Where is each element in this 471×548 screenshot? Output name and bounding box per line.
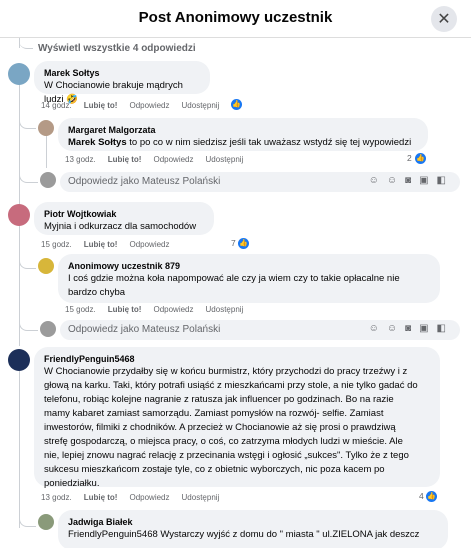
- like-button[interactable]: Lubię to!: [84, 101, 118, 110]
- camera-icon[interactable]: ◙: [405, 323, 419, 334]
- like-count: 2: [407, 153, 412, 163]
- comment-author[interactable]: Anonimowy uczestnik 879: [68, 260, 430, 272]
- comment-bubble: Margaret Malgorzata Marek Sołtys to po c…: [58, 118, 428, 151]
- comment-text-body: to po co w nim siedzisz jeśli tak uważas…: [126, 137, 412, 148]
- reply-placeholder: Odpowiedz jako Mateusz Polański: [68, 324, 221, 335]
- sticker-icon[interactable]: ◧: [437, 323, 454, 334]
- comment-text-line: bardzo chyba: [68, 287, 126, 298]
- comment-author[interactable]: Piotr Wojtkowiak: [44, 208, 204, 220]
- reply-button[interactable]: Odpowiedz: [153, 155, 193, 164]
- like-count: 4: [419, 491, 424, 501]
- thread-line: [19, 506, 36, 527]
- comment-author[interactable]: Marek Sołtys: [44, 67, 200, 79]
- post-modal: Post Anonimowy uczestnik ✕ Wyświetl wszy…: [0, 0, 471, 548]
- like-button[interactable]: Lubię to!: [108, 305, 142, 314]
- sticker-icon[interactable]: ◧: [437, 175, 454, 186]
- like-button[interactable]: Lubię to!: [108, 155, 142, 164]
- comment-text-line: nie, lepiej znowu nagrać relację z przec…: [44, 450, 409, 461]
- comment-meta: 15 godz. Lubię to! Odpowiedz: [41, 240, 182, 249]
- share-button[interactable]: Udostępnij: [182, 101, 220, 110]
- view-all-replies-link[interactable]: Wyświetl wszystkie 4 odpowiedzi: [38, 43, 196, 54]
- comment-time[interactable]: 15 godz.: [65, 305, 96, 314]
- avatar: [40, 321, 56, 337]
- composer-icons: ☺☺◙▣◧: [369, 175, 454, 186]
- avatar[interactable]: [8, 63, 30, 85]
- comment-meta: 13 godz. Lubię to! Odpowiedz Udostępnij: [65, 155, 255, 164]
- comment-text: Myjnia i odkurzacz dla samochodów: [44, 221, 197, 232]
- comment-meta: 15 godz. Lubię to! Odpowiedz Udostępnij: [65, 305, 255, 314]
- comment-time[interactable]: 13 godz.: [41, 493, 72, 502]
- modal-header: Post Anonimowy uczestnik ✕: [0, 0, 471, 38]
- reply-input[interactable]: Odpowiedz jako Mateusz Polański ☺☺◙▣◧: [60, 320, 460, 340]
- comment-text: FriendlyPenguin5468 Wystarczy wyjść z do…: [68, 529, 420, 540]
- like-count: 7: [231, 238, 236, 248]
- like-reaction-icon[interactable]: 👍: [231, 99, 242, 110]
- comment-meta: 13 godz. Lubię to! Odpowiedz Udostępnij: [41, 493, 231, 502]
- emoji-icon[interactable]: ☺: [387, 323, 405, 334]
- share-button[interactable]: Udostępnij: [206, 305, 244, 314]
- like-button[interactable]: Lubię to!: [84, 493, 118, 502]
- like-reaction-icon[interactable]: 👍: [426, 491, 437, 502]
- modal-title: Post Anonimowy uczestnik: [138, 9, 333, 26]
- thread-line: [19, 368, 20, 528]
- emoji-icon[interactable]: ☺: [387, 175, 405, 186]
- comment-text-line: strefę gospodarczą, o miejsca pracy, o c…: [44, 436, 403, 447]
- camera-icon[interactable]: ◙: [405, 175, 419, 186]
- comment-text-line: sukcesu mieszkańcom zostaje tyle, co z o…: [44, 464, 385, 475]
- share-button[interactable]: Udostępnij: [206, 155, 244, 164]
- avatar[interactable]: [8, 349, 30, 371]
- like-reaction-icon[interactable]: 👍: [415, 153, 426, 164]
- thread-line: [19, 108, 36, 129]
- comment-text: Marek Sołtys to po co w nim siedzisz jeś…: [68, 136, 418, 150]
- comment-text-line: inwestorów, filmiki z chodników. A przec…: [44, 422, 396, 433]
- gif-icon[interactable]: ▣: [419, 175, 436, 186]
- like-button[interactable]: Lubię to!: [84, 240, 118, 249]
- comment-text-line: poniedziałku.: [44, 478, 100, 489]
- comment-time[interactable]: 13 godz.: [65, 155, 96, 164]
- comment-bubble: FriendlyPenguin5468 W Chocianowie przyda…: [34, 347, 440, 489]
- avatar-sticker-icon[interactable]: ☺: [369, 175, 387, 186]
- comment-author[interactable]: Margaret Malgorzata: [68, 124, 418, 136]
- comment-meta: 14 godz. Lubię to! Odpowiedz Udostępnij: [41, 101, 231, 110]
- avatar-sticker-icon[interactable]: ☺: [369, 323, 387, 334]
- avatar[interactable]: [38, 120, 54, 136]
- reply-placeholder: Odpowiedz jako Mateusz Polański: [68, 176, 221, 187]
- comments-scroll-area[interactable]: Wyświetl wszystkie 4 odpowiedzi Marek So…: [0, 38, 471, 548]
- mentioned-user[interactable]: Marek Sołtys: [68, 137, 127, 148]
- avatar: [40, 172, 56, 188]
- comment-bubble: Piotr Wojtkowiak Myjnia i odkurzacz dla …: [34, 202, 214, 235]
- comment-author[interactable]: FriendlyPenguin5468: [44, 353, 430, 365]
- comment-text-line: W Chocianowie przydałby się w końcu burm…: [44, 366, 408, 377]
- reply-button[interactable]: Odpowiedz: [129, 101, 169, 110]
- thread-line: [19, 38, 33, 49]
- avatar[interactable]: [38, 258, 54, 274]
- gif-icon[interactable]: ▣: [419, 323, 436, 334]
- composer-icons: ☺☺◙▣◧: [369, 323, 454, 334]
- thread-line: [19, 248, 36, 269]
- comment-text-line: mamy kabaret zamiast samorządu. Zamiast …: [44, 408, 384, 419]
- thread-line: [19, 168, 38, 183]
- comment-time[interactable]: 15 godz.: [41, 240, 72, 249]
- avatar[interactable]: [8, 204, 30, 226]
- reply-button[interactable]: Odpowiedz: [129, 240, 169, 249]
- avatar[interactable]: [38, 514, 54, 530]
- comment-text-line: głową na karku. Taki, który potrafi usią…: [44, 380, 418, 391]
- close-icon[interactable]: ✕: [431, 6, 457, 32]
- reply-button[interactable]: Odpowiedz: [153, 305, 193, 314]
- reply-button[interactable]: Odpowiedz: [129, 493, 169, 502]
- comment-time[interactable]: 14 godz.: [41, 101, 72, 110]
- comment-author[interactable]: Jadwiga Białek: [68, 516, 438, 528]
- comment-bubble: Marek Sołtys W Chocianowie brakuje mądry…: [34, 61, 210, 105]
- comment-bubble: Anonimowy uczestnik 879 I coś gdzie możn…: [58, 254, 440, 303]
- reply-input[interactable]: Odpowiedz jako Mateusz Polański ☺☺◙▣◧: [60, 172, 460, 192]
- comment-text-line: telefonu, robiąc kolejne nagranie z ratu…: [44, 394, 394, 405]
- like-reaction-icon[interactable]: 👍: [238, 238, 249, 249]
- share-button[interactable]: Udostępnij: [182, 493, 220, 502]
- thread-line: [46, 133, 47, 168]
- comment-text-line: I coś gdzie można koła napompować ale cz…: [68, 273, 400, 284]
- thread-line: [19, 316, 38, 331]
- comment-bubble: Jadwiga Białek FriendlyPenguin5468 Wysta…: [58, 510, 448, 548]
